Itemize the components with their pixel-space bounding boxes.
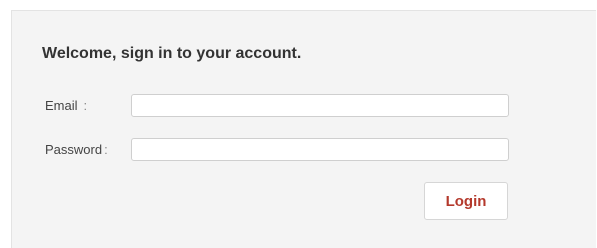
password-label-text: Password (45, 142, 103, 157)
email-label: Email: (45, 98, 87, 113)
login-button[interactable]: Login (424, 182, 508, 220)
login-panel: Welcome, sign in to your account. Email:… (11, 10, 596, 248)
email-label-colon: : (83, 98, 88, 113)
email-field[interactable] (131, 94, 509, 117)
login-title: Welcome, sign in to your account. (42, 45, 302, 62)
password-label: Password: (45, 142, 108, 157)
password-field[interactable] (131, 138, 509, 161)
password-label-colon: : (104, 142, 108, 157)
email-label-text: Email (45, 98, 78, 113)
